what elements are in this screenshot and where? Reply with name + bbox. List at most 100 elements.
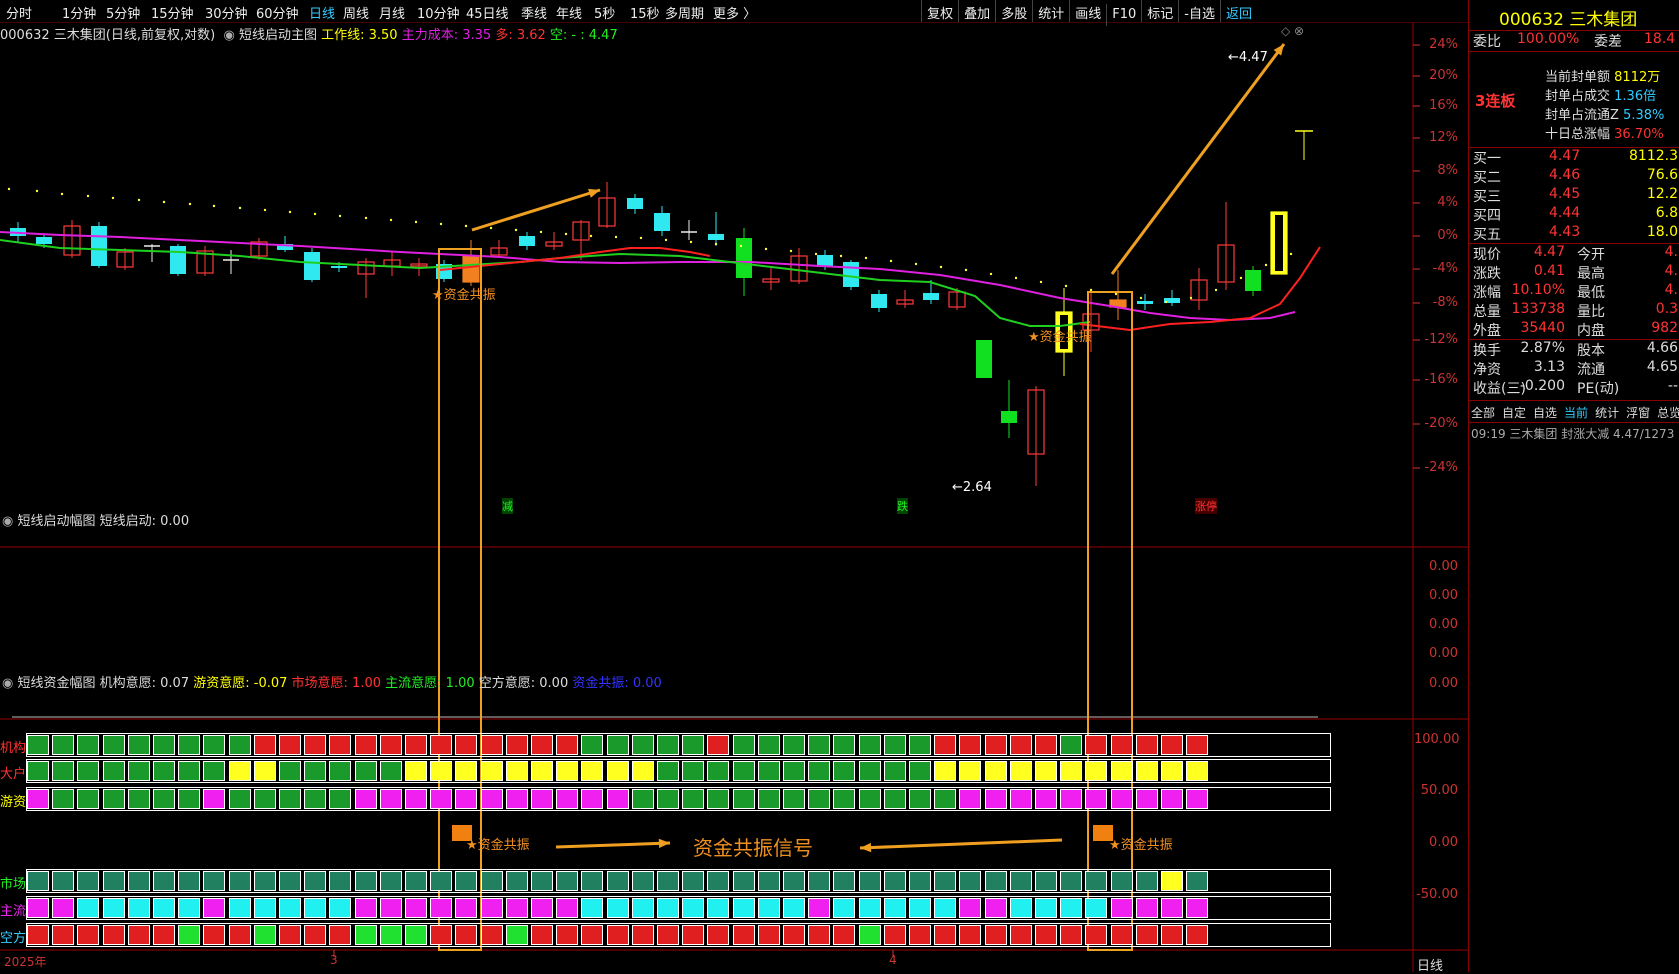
grid-row-border (26, 923, 1331, 947)
collapse-icon[interactable]: ◉ (2, 514, 13, 529)
kline-chart[interactable] (0, 22, 1468, 972)
quote-tab-4[interactable]: 统计 (1595, 406, 1619, 420)
quote-tab-5[interactable]: 浮窗 (1626, 406, 1650, 420)
ma-dot (789, 249, 793, 253)
tool-3[interactable]: 统计 (1032, 0, 1069, 22)
x-year: 2025年 (4, 955, 47, 969)
bid-vol: 6.8 (1655, 205, 1678, 221)
tool-8[interactable]: 返回 (1219, 0, 1257, 22)
period-2[interactable]: 5分钟 (106, 3, 140, 22)
tool-0[interactable]: 复权 (921, 0, 958, 22)
board-count: 3连板 (1475, 92, 1516, 110)
grid-row-border (26, 896, 1331, 920)
period-0[interactable]: 分时 (6, 3, 32, 22)
ma-dot (914, 262, 918, 266)
period-toolbar: 分时 1分钟 5分钟 15分钟 30分钟 60分钟 日线 周线 月线 10分钟 45日线 季线 年线 5秒… (0, 0, 1468, 26)
collapse-icon[interactable]: ◉ (219, 28, 234, 43)
high-price-label: ←4.47 (1228, 50, 1268, 65)
ma-dot (7, 187, 11, 191)
sub1-title: ◉ 短线启动幅图 短线启动: 0.00 (2, 510, 189, 529)
indicator-name[interactable]: 短线启动主图 (239, 28, 317, 43)
trend-arrow (1110, 43, 1286, 275)
y-label-6: 0% (1437, 228, 1458, 243)
bid-vol: 76.6 (1646, 167, 1678, 183)
period-9[interactable]: 10分钟 (417, 3, 460, 22)
period-16[interactable]: 更多 〉 (713, 3, 756, 22)
stat-row: 净资 3.13 流通 4.65 (1469, 359, 1679, 378)
bid-row[interactable]: 买三 4.45 12.2 (1469, 186, 1679, 205)
tool-4[interactable]: 画线 (1069, 0, 1106, 22)
tool-1[interactable]: 叠加 (958, 0, 995, 22)
ma-dot (188, 202, 192, 206)
period-7[interactable]: 周线 (343, 3, 369, 22)
period-13[interactable]: 5秒 (594, 3, 615, 22)
period-1[interactable]: 1分钟 (62, 3, 96, 22)
sub2-name[interactable]: 短线资金幅图 (17, 676, 95, 691)
mark-limit-up: 涨停 (1195, 498, 1217, 514)
period-8[interactable]: 月线 (379, 3, 405, 22)
signal-label-1: ★资金共振 (432, 288, 496, 303)
tool-7[interactable]: -自选 (1178, 0, 1220, 22)
quote-stats-2: 换手 2.87% 股本 4.66 净资 3.13 流通 4.65 收益(三) -0.200 PE(动… (1469, 340, 1679, 401)
stat-row: 换手 2.87% 股本 4.66 (1469, 340, 1679, 359)
period-12[interactable]: 年线 (556, 3, 582, 22)
bid-label: 买一 (1473, 151, 1501, 167)
candle-body (91, 226, 107, 266)
bid-row[interactable]: 买一 4.47 8112.3 (1469, 148, 1679, 167)
seal-amt: 8112万 (1614, 70, 1661, 85)
ma-dot (564, 232, 568, 236)
low-price: 2.64 (962, 480, 992, 495)
candle-body (36, 237, 52, 244)
x-period[interactable]: 日线 (1417, 955, 1443, 974)
stat-value: 10.10% (1511, 282, 1565, 298)
tool-6[interactable]: 标记 (1141, 0, 1178, 22)
seal-vol-row: 封单占成交 1.36倍 (1545, 85, 1656, 104)
candle-body (736, 238, 752, 278)
period-5[interactable]: 60分钟 (256, 3, 299, 22)
period-11[interactable]: 季线 (521, 3, 547, 22)
short-value: 空: - : 4.47 (549, 28, 618, 43)
collapse-icon[interactable]: ◉ (2, 676, 13, 691)
ma-dot (1014, 276, 1018, 280)
sub1-y-1: 0.00 (1429, 588, 1458, 603)
bid-row[interactable]: 买五 4.43 18.0 (1469, 224, 1679, 243)
quote-tab-2[interactable]: 自选 (1533, 406, 1557, 420)
stock-title: 000632 三木集团(日线,前复权,对数) (0, 28, 216, 43)
row-label-2: 游资 (0, 795, 27, 810)
stat-value-2: 4.66 (1646, 340, 1678, 356)
ten-day-label: 十日总涨幅 (1545, 127, 1611, 142)
sub2-title: ◉ 短线资金幅图 机构意愿: 0.07 游资意愿: -0.07 市场意愿: 1.… (2, 672, 662, 691)
period-6[interactable]: 日线 (309, 3, 335, 22)
seal-flow-row: 封单占流通Z 5.38% (1545, 104, 1664, 123)
sub1-name[interactable]: 短线启动幅图 (17, 514, 95, 529)
y-label-11: -20% (1424, 416, 1458, 431)
period-14[interactable]: 15秒 (630, 3, 660, 22)
y-label-8: -8% (1432, 295, 1458, 310)
bid-price: 4.45 (1549, 186, 1581, 202)
gongzhen-value: 资金共振: 0.00 (572, 676, 662, 691)
period-4[interactable]: 30分钟 (205, 3, 248, 22)
period-3[interactable]: 15分钟 (151, 3, 194, 22)
bid-vol: 8112.3 (1629, 148, 1678, 164)
bid-row[interactable]: 买四 4.44 6.8 (1469, 205, 1679, 224)
row-label-1: 大户 (0, 767, 27, 782)
stat-value-2: 0.3 (1655, 301, 1678, 317)
window-controls[interactable]: ◇ ⊗ (1281, 24, 1304, 38)
sub2-y-1: 50.00 (1420, 783, 1458, 798)
period-10[interactable]: 45日线 (466, 3, 509, 22)
quote-tab-0[interactable]: 全部 (1471, 406, 1495, 420)
candle-body (1137, 301, 1153, 304)
y-label-3: 12% (1429, 130, 1458, 145)
ma-dot (714, 242, 718, 246)
quote-tab-3[interactable]: 当前 (1564, 406, 1588, 420)
bid-row[interactable]: 买二 4.46 76.6 (1469, 167, 1679, 186)
quote-tab-1[interactable]: 自定 (1502, 406, 1526, 420)
sub1-y-0: 0.00 (1429, 559, 1458, 574)
news-item[interactable]: 09:19 三木集团 封涨大减 4.47/1273 (1471, 425, 1674, 442)
bid-label: 买五 (1473, 227, 1501, 243)
period-15[interactable]: 多周期 (665, 3, 704, 22)
candle-body (331, 266, 347, 268)
candle-body (462, 255, 480, 283)
tool-2[interactable]: 多股 (995, 0, 1032, 22)
quote-tab-6[interactable]: 总览 (1657, 406, 1679, 420)
